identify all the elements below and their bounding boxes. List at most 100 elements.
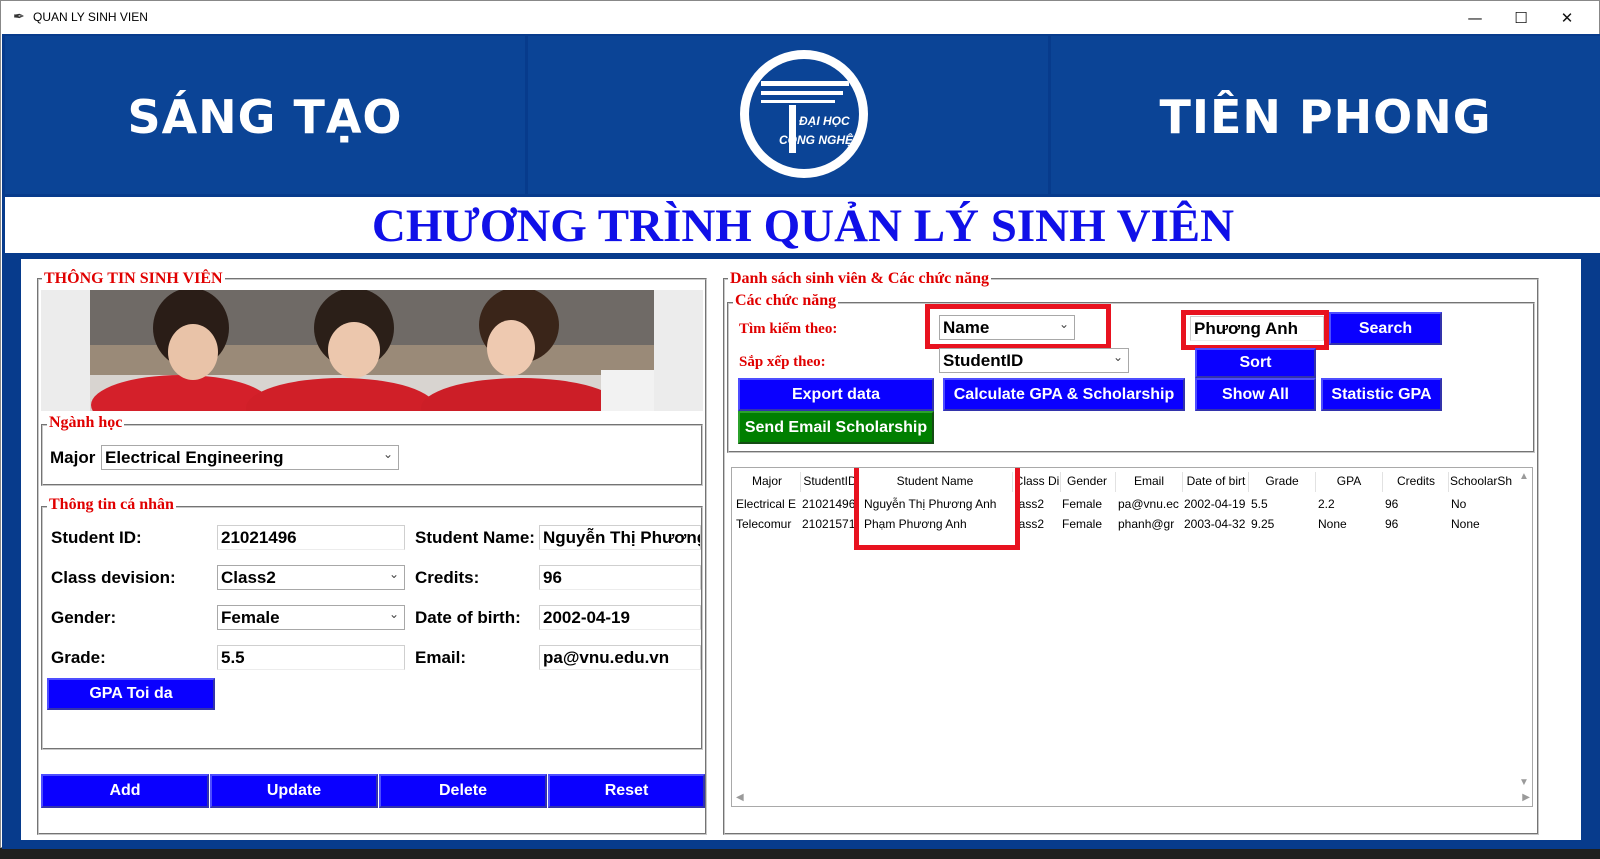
- search-by-label: Tìm kiếm theo:: [739, 321, 838, 337]
- table-cell: None: [1318, 517, 1347, 531]
- feather-icon: ✒: [13, 8, 25, 24]
- window-title: QUAN LY SINH VIEN: [33, 10, 148, 24]
- update-button[interactable]: Update: [210, 774, 378, 808]
- sort-by-value: StudentID: [943, 351, 1024, 370]
- vertical-scrollbar[interactable]: ▲ ▼: [1516, 468, 1532, 791]
- major-select-value: Electrical Engineering: [105, 448, 284, 467]
- student-info-title: THÔNG TIN SINH VIÊN: [42, 270, 225, 288]
- university-logo: ĐẠI HỌC CÔNG NGHỆ: [740, 50, 868, 178]
- export-data-button[interactable]: Export data: [738, 378, 934, 411]
- banner-center: ĐẠI HỌC CÔNG NGHỆ: [528, 36, 1048, 194]
- calculate-gpa-button[interactable]: Calculate GPA & Scholarship: [943, 378, 1185, 411]
- column-header[interactable]: SchoolarSh: [1450, 474, 1512, 488]
- reset-button[interactable]: Reset: [548, 774, 705, 808]
- credits-label: Credits:: [415, 568, 480, 587]
- major-group: Ngành học Major Electrical Engineering ⌄: [41, 414, 703, 486]
- student-name-label: Student Name:: [415, 528, 535, 547]
- sort-by-label: Sắp xếp theo:: [739, 354, 826, 370]
- column-header[interactable]: Date of birt: [1184, 474, 1248, 488]
- table-cell: Female: [1062, 497, 1103, 511]
- scroll-down-icon[interactable]: ▼: [1519, 777, 1529, 788]
- grade-input[interactable]: 5.5: [217, 645, 405, 670]
- chevron-down-icon: ⌄: [1112, 350, 1123, 364]
- close-button[interactable]: ✕: [1544, 5, 1590, 31]
- scroll-right-icon[interactable]: ▶: [1522, 792, 1530, 803]
- send-email-button[interactable]: Send Email Scholarship: [738, 411, 934, 444]
- student-list-group: Danh sách sinh viên & Các chức năng Các …: [723, 270, 1539, 835]
- scroll-left-icon[interactable]: ◀: [736, 792, 744, 803]
- student-id-input[interactable]: 21021496: [217, 525, 405, 550]
- student-banner-image: [41, 290, 703, 411]
- table-cell: pa@vnu.ec: [1118, 497, 1179, 511]
- class-select[interactable]: Class2 ⌄: [217, 565, 405, 590]
- class-label: Class devision:: [51, 568, 176, 587]
- table-cell: None: [1451, 517, 1480, 531]
- column-header[interactable]: Credits: [1384, 474, 1448, 488]
- gender-select[interactable]: Female ⌄: [217, 605, 405, 630]
- table-cell: lass2: [1016, 497, 1045, 511]
- column-header[interactable]: Class Di: [1014, 474, 1060, 488]
- grade-label: Grade:: [51, 648, 106, 667]
- sort-button[interactable]: Sort: [1195, 348, 1316, 378]
- email-label: Email:: [415, 648, 467, 667]
- major-label: Major: [50, 448, 96, 467]
- functions-group: Các chức năng Tìm kiếm theo: Name ⌄ Phươ…: [727, 292, 1535, 453]
- student-table[interactable]: Major StudentID Student Name Class Di Ge…: [731, 467, 1533, 807]
- email-input[interactable]: pa@vnu.edu.vn: [539, 645, 701, 670]
- show-all-button[interactable]: Show All: [1195, 378, 1316, 411]
- highlight-box: [925, 304, 1111, 349]
- banner-right: TIÊN PHONG: [1051, 36, 1600, 194]
- column-header[interactable]: GPA: [1317, 474, 1381, 488]
- personal-info-title: Thông tin cá nhân: [47, 496, 176, 514]
- table-cell: Female: [1062, 517, 1103, 531]
- delete-button[interactable]: Delete: [379, 774, 547, 808]
- credits-input[interactable]: 96: [539, 565, 701, 590]
- column-header[interactable]: Gender: [1062, 474, 1112, 488]
- column-header[interactable]: StudentID: [802, 474, 858, 488]
- page-title: CHƯƠNG TRÌNH QUẢN LÝ SINH VIÊN: [371, 200, 1235, 252]
- scroll-up-icon[interactable]: ▲: [1519, 471, 1529, 482]
- table-cell: 5.5: [1251, 497, 1268, 511]
- chevron-down-icon: ⌄: [382, 447, 393, 461]
- personal-info-group: Thông tin cá nhân Student ID: 21021496 S…: [41, 496, 703, 750]
- title-strip: CHƯƠNG TRÌNH QUẢN LÝ SINH VIÊN: [5, 197, 1600, 253]
- student-name-input[interactable]: Nguyễn Thị Phương: [539, 525, 701, 550]
- table-cell: lass2: [1016, 517, 1045, 531]
- dob-input[interactable]: 2002-04-19: [539, 605, 701, 630]
- column-header[interactable]: Email: [1117, 474, 1181, 488]
- gender-label: Gender:: [51, 608, 117, 627]
- column-header[interactable]: Grade: [1250, 474, 1314, 488]
- chevron-down-icon: ⌄: [388, 607, 399, 621]
- table-cell: 2.2: [1318, 497, 1335, 511]
- highlight-box: [854, 468, 1020, 550]
- table-cell: 9.25: [1251, 517, 1275, 531]
- table-cell: 96: [1385, 497, 1399, 511]
- gpa-max-button[interactable]: GPA Toi da: [47, 678, 215, 710]
- highlight-box: [1181, 310, 1329, 350]
- column-header[interactable]: Major: [732, 474, 802, 488]
- gender-select-value: Female: [221, 608, 280, 627]
- sort-by-select[interactable]: StudentID ⌄: [939, 348, 1129, 373]
- main-area: THÔNG TIN SINH VIÊN Ngành học Major Elec…: [21, 259, 1581, 840]
- app-content: SÁNG TẠO ĐẠI HỌC CÔNG NGHỆ TIÊN PHONG CH…: [2, 34, 1600, 849]
- major-group-title: Ngành học: [47, 414, 125, 432]
- chevron-down-icon: ⌄: [388, 567, 399, 581]
- student-list-title: Danh sách sinh viên & Các chức năng: [728, 270, 991, 288]
- functions-title: Các chức năng: [733, 292, 839, 310]
- maximize-button[interactable]: ☐: [1498, 5, 1544, 31]
- table-cell: 21021496: [802, 497, 856, 511]
- student-info-group: THÔNG TIN SINH VIÊN Ngành học Major Elec…: [37, 270, 707, 835]
- table-cell: phanh@gr: [1118, 517, 1175, 531]
- dob-label: Date of birth:: [415, 608, 521, 627]
- major-select[interactable]: Electrical Engineering ⌄: [101, 445, 399, 470]
- horizontal-scrollbar[interactable]: ◀ ▶: [732, 790, 1532, 806]
- class-select-value: Class2: [221, 568, 276, 587]
- minimize-button[interactable]: —: [1452, 5, 1498, 31]
- search-button[interactable]: Search: [1329, 312, 1442, 345]
- statistic-gpa-button[interactable]: Statistic GPA: [1321, 378, 1442, 411]
- table-cell: No: [1451, 497, 1467, 511]
- table-cell: Telecomur: [736, 517, 792, 531]
- banner-left: SÁNG TẠO: [5, 36, 525, 194]
- table-cell: 21021571: [802, 517, 856, 531]
- add-button[interactable]: Add: [41, 774, 209, 808]
